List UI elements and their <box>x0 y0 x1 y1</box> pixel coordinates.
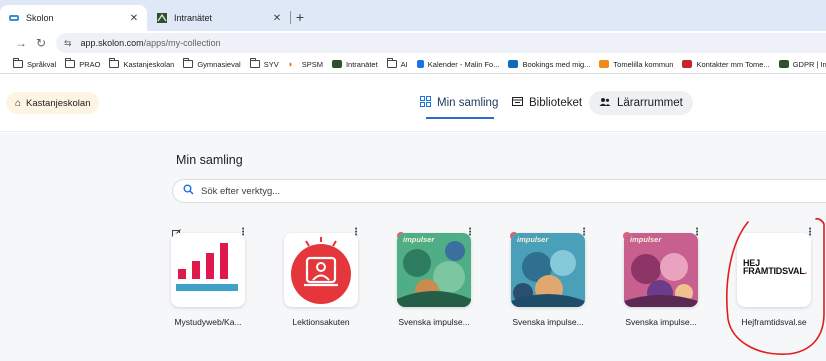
hejframtidsval-logo: HEJ FRAMTIDSVAL. <box>743 258 807 276</box>
library-icon <box>512 96 523 110</box>
school-selector[interactable]: ⌂ Kastanjeskolan <box>6 92 100 114</box>
folder-icon <box>183 58 194 68</box>
folder-icon <box>13 58 23 68</box>
app-label: Svenska impulse... <box>398 317 470 327</box>
bookmark-spsm[interactable]: ◗ SPSM <box>288 60 323 69</box>
close-icon[interactable]: ✕ <box>270 13 284 24</box>
tab-title: Intranätet <box>174 13 213 23</box>
app-label: Svenska impulse... <box>512 317 584 327</box>
bookmark-tomelilla[interactable]: Tomelilla kommun <box>599 60 673 69</box>
close-icon[interactable]: ✕ <box>127 13 141 24</box>
book-cover-icon <box>624 233 698 307</box>
url-path: /apps/my-collection <box>143 38 221 48</box>
bookmark-label: Intranätet <box>345 59 378 69</box>
search-input[interactable]: Sök efter verktyg... <box>172 179 826 203</box>
folder-icon <box>65 58 76 68</box>
people-icon <box>599 97 611 110</box>
mystudyweb-logo-icon <box>176 243 238 291</box>
tomelilla-icon <box>599 60 610 68</box>
bookmark-label: Kalender - Malin Fo... <box>427 59 500 69</box>
app-header: ⌂ Kastanjeskolan Min samling Biblioteket… <box>0 75 826 132</box>
bookmark-sprakval[interactable]: Språkval <box>13 58 57 69</box>
bookmark-label: AI <box>400 59 408 69</box>
bookmark-kalender[interactable]: Kalender - Malin Fo... <box>416 59 500 69</box>
app-label: Hejframtidsval.se <box>741 317 807 327</box>
home-icon: ⌂ <box>15 97 22 109</box>
calendar-icon <box>416 60 424 68</box>
tab-separator <box>290 11 291 24</box>
bookmark-label: Språkval <box>27 59 57 69</box>
bookmark-intranet[interactable]: Intranätet <box>331 59 378 69</box>
outlook-icon <box>508 60 519 68</box>
tab-min-samling[interactable]: Min samling <box>420 91 498 115</box>
address-bar[interactable]: ⇆ app.skolon.com/apps/my-collection <box>56 33 826 53</box>
app-label: Svenska impulse... <box>625 317 697 327</box>
new-tab-icon[interactable]: + <box>293 9 307 25</box>
folder-icon <box>386 58 397 68</box>
office-icon <box>682 60 693 68</box>
tab-label: Lärarrummet <box>617 97 683 109</box>
spsm-icon: ◗ <box>287 59 294 69</box>
search-placeholder: Sök efter verktyg... <box>201 185 281 197</box>
tab-label: Min samling <box>437 97 499 109</box>
bookmark-gdpr[interactable]: GDPR | Intran <box>778 59 826 69</box>
cover-title: impulser <box>517 235 549 244</box>
lektionsakuten-logo-icon <box>291 237 351 304</box>
app-tile-mystudyweb[interactable] <box>171 233 245 307</box>
book-cover-icon <box>397 233 471 307</box>
app-tile-hejframtidsval[interactable]: HEJ FRAMTIDSVAL. <box>737 233 811 307</box>
app-tile-svenska-impulser-1[interactable]: impulser <box>397 233 471 307</box>
cover-title: impulser <box>403 235 435 244</box>
grid-icon <box>420 96 431 110</box>
site-settings-icon[interactable]: ⇆ <box>64 38 72 49</box>
skolon-favicon-icon <box>8 13 20 23</box>
tab-title: Skolon <box>26 13 54 23</box>
app-tile-svenska-impulser-2[interactable]: impulser <box>511 233 585 307</box>
bookmark-label: Gymnasieval <box>197 59 241 69</box>
reload-icon[interactable]: ↻ <box>34 35 48 51</box>
browser-toolbar: → ↻ ⇆ app.skolon.com/apps/my-collection <box>0 31 826 55</box>
intranet-favicon-icon <box>156 13 168 23</box>
app-label: Lektionsakuten <box>292 317 350 327</box>
page-title: Min samling <box>176 153 243 167</box>
bookmark-ai[interactable]: AI <box>386 58 408 69</box>
cover-title: impulser <box>630 235 662 244</box>
tab-label: Biblioteket <box>529 97 583 109</box>
tab-lararrummet[interactable]: Lärarrummet <box>589 91 693 115</box>
bookmark-label: Tomelilla kommun <box>613 59 674 69</box>
bookmark-label: GDPR | Intran <box>792 59 826 69</box>
search-icon <box>183 184 194 198</box>
back-arrow-icon[interactable]: → <box>14 35 28 51</box>
app-tile-svenska-impulser-3[interactable]: impulser <box>624 233 698 307</box>
bookmark-label: SPSM <box>301 59 323 69</box>
bookmark-gymnasieval[interactable]: Gymnasieval <box>183 58 241 69</box>
app-label: Mystudyweb/Ka... <box>174 317 242 327</box>
bookmark-label: PRAO <box>79 59 101 69</box>
bookmark-label: Kontakter mm Tome... <box>696 59 770 69</box>
bookmark-label: Kastanjeskolan <box>123 59 175 69</box>
url-host: app.skolon.com <box>80 38 144 48</box>
main-content: Min samling Sök efter verktyg... ⋮ Mystu… <box>0 133 826 361</box>
active-tab-indicator <box>426 117 494 119</box>
bookmark-bookings[interactable]: Bookings med mig... <box>508 60 590 69</box>
bookmark-label: SYV <box>263 59 279 69</box>
folder-icon <box>249 58 260 68</box>
tab-skolon[interactable]: Skolon ✕ <box>0 5 147 31</box>
folder-icon <box>109 58 120 68</box>
bookmark-kontakter[interactable]: Kontakter mm Tome... <box>682 59 770 69</box>
bookmark-prao[interactable]: PRAO <box>65 58 101 69</box>
school-name: Kastanjeskolan <box>26 97 91 109</box>
intranet-icon <box>331 60 342 68</box>
intranet-icon <box>778 60 789 68</box>
tab-intranet[interactable]: Intranätet ✕ <box>150 5 290 31</box>
app-tile-lektionsakuten[interactable] <box>284 233 358 307</box>
bookmark-kastanjeskolan[interactable]: Kastanjeskolan <box>109 58 175 69</box>
bookmark-syv[interactable]: SYV <box>249 58 279 69</box>
book-cover-icon <box>511 233 585 307</box>
bookmarks-bar: Språkval PRAO Kastanjeskolan Gymnasieval… <box>0 55 826 74</box>
browser-tab-strip: Skolon ✕ Intranätet ✕ + <box>0 0 826 31</box>
bookmark-label: Bookings med mig... <box>522 59 591 69</box>
tab-biblioteket[interactable]: Biblioteket <box>512 91 582 115</box>
